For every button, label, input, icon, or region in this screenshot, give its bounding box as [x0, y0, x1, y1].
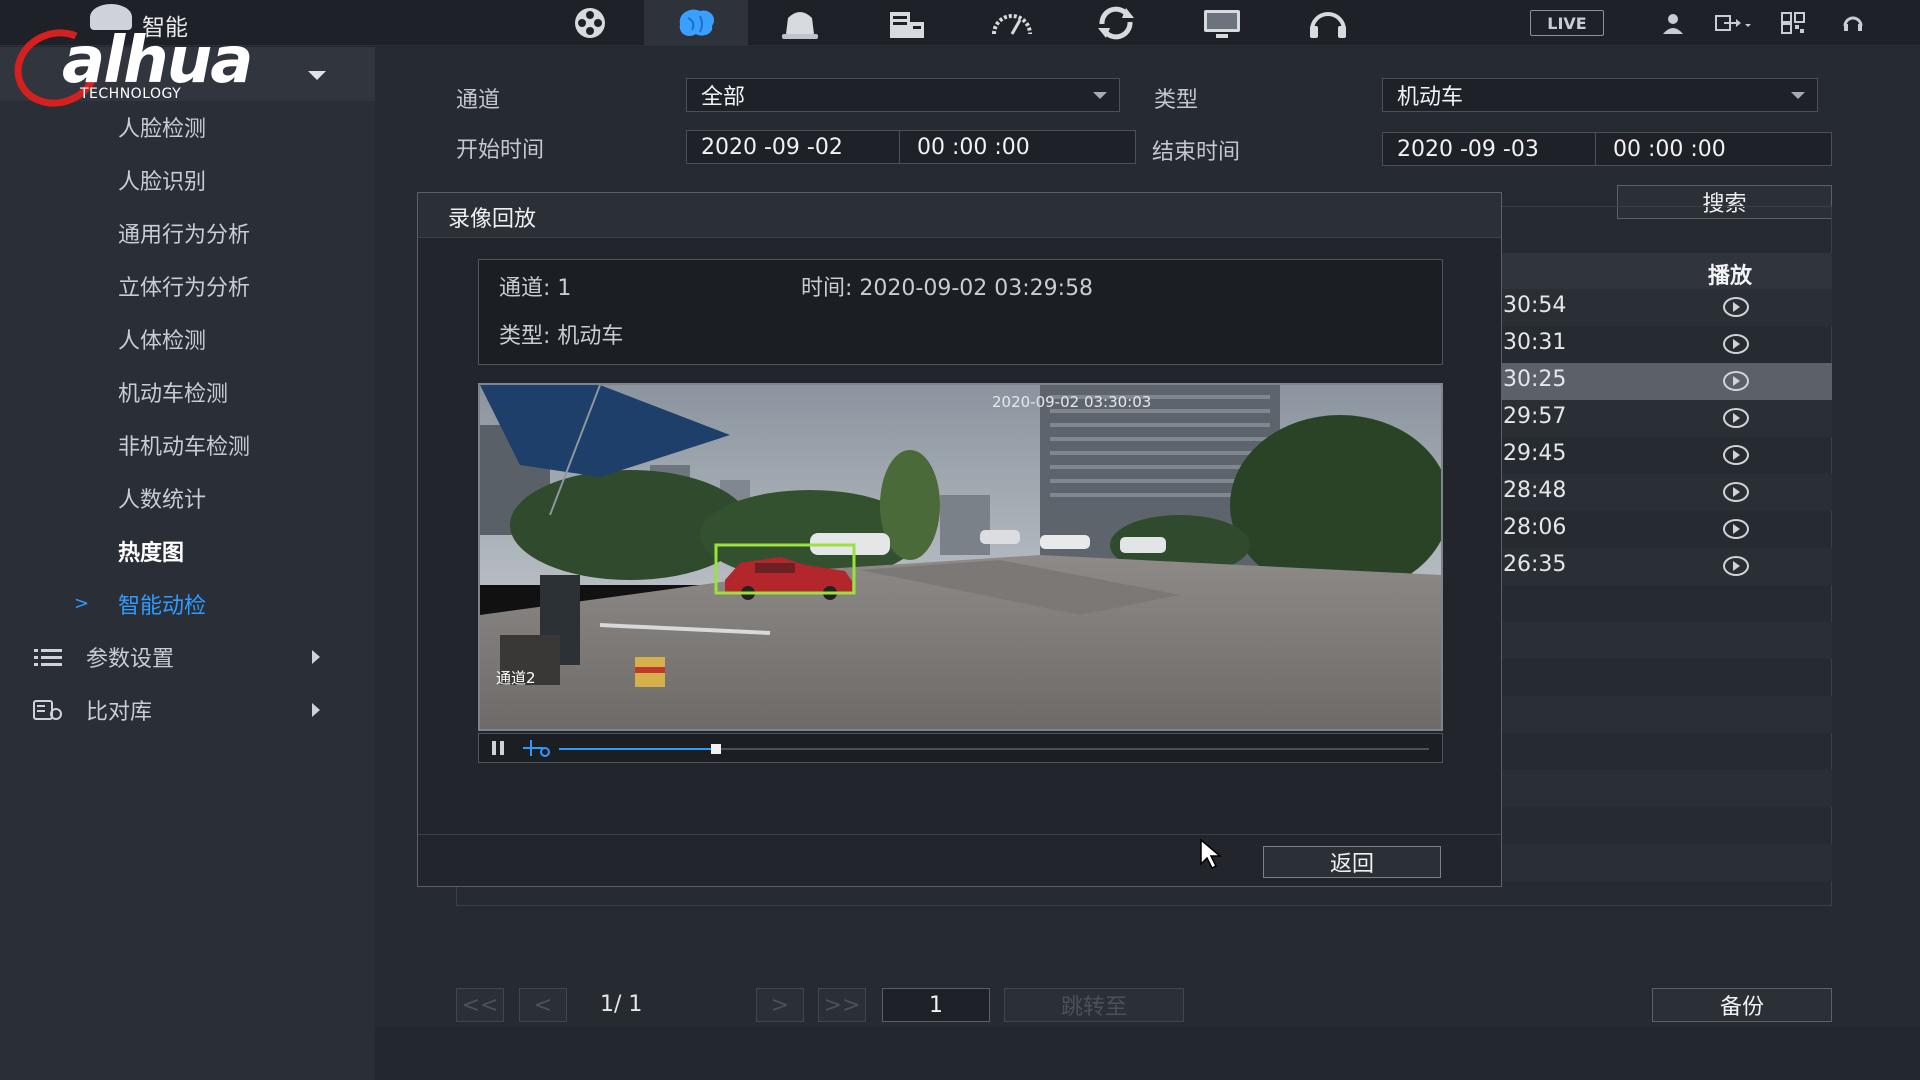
progress-fill	[559, 748, 716, 750]
video-frame	[480, 385, 1441, 729]
table-row[interactable]: 29:45	[1500, 437, 1832, 474]
user-icon[interactable]	[1656, 8, 1690, 38]
table-row[interactable]: 29:57	[1500, 400, 1832, 437]
sidebar-item-smart-motion[interactable]: > 智能动检	[0, 577, 375, 630]
sidebar-group-compare-library[interactable]: 比对库	[0, 683, 375, 736]
start-time-label: 开始时间	[456, 138, 545, 163]
results-table-header	[1500, 253, 1832, 289]
storage-icon[interactable]	[854, 0, 958, 46]
logo-subtitle: TECHNOLOGY	[80, 86, 182, 102]
sidebar-item-people-counting[interactable]: 人数统计	[0, 471, 375, 524]
pause-icon[interactable]	[491, 740, 505, 756]
active-arrow-icon: >	[74, 593, 90, 614]
sidebar-item-non-motor-detection[interactable]: 非机动车检测	[0, 418, 375, 471]
alarm-bell-icon[interactable]	[748, 0, 852, 46]
end-date[interactable]: 2020 -09 -03	[1397, 137, 1539, 162]
prev-page-button[interactable]: <	[519, 988, 567, 1022]
table-row[interactable]: 28:06	[1500, 511, 1832, 548]
playback-controls	[478, 733, 1443, 763]
sidebar-item-body-detection[interactable]: 人体检测	[0, 312, 375, 365]
end-datetime-field[interactable]: 2020 -09 -03 00 :00 :00	[1382, 132, 1832, 166]
sidebar-item-general-behavior[interactable]: 通用行为分析	[0, 206, 375, 259]
table-row[interactable]: 30:54	[1500, 289, 1832, 326]
first-page-button[interactable]: <<	[456, 988, 504, 1022]
top-bar: 智能 LIVE	[0, 0, 1920, 46]
brand-logo: alhua TECHNOLOGY	[3, 4, 264, 119]
type-select[interactable]: 机动车	[1382, 78, 1818, 112]
start-time[interactable]: 00 :00 :00	[917, 135, 1030, 160]
dialog-title-bar: 录像回放	[418, 193, 1501, 238]
play-icon[interactable]	[1723, 371, 1749, 391]
chevron-down-icon	[1093, 92, 1107, 99]
sidebar-item-3d-behavior[interactable]: 立体行为分析	[0, 259, 375, 312]
play-icon[interactable]	[1723, 519, 1749, 539]
sidebar-item-face-detection[interactable]: 人脸检测	[0, 100, 375, 153]
channel-select[interactable]: 全部	[686, 78, 1120, 112]
sidebar-item-vehicle-detection[interactable]: 机动车检测	[0, 365, 375, 418]
mouse-cursor-icon	[1200, 838, 1223, 870]
gauge-icon[interactable]	[960, 0, 1064, 46]
last-page-button[interactable]: >>	[818, 988, 866, 1022]
playback-icon[interactable]	[538, 0, 642, 46]
progress-track[interactable]	[559, 744, 1429, 754]
sidebar: 人脸检测 人脸识别 通用行为分析 立体行为分析 人体检测 机动车检测 非机动车检…	[0, 47, 375, 1080]
table-row[interactable]: 28:48	[1500, 474, 1832, 511]
headset-icon[interactable]	[1276, 0, 1380, 46]
page-number-input[interactable]: 1	[882, 988, 990, 1022]
play-icon[interactable]	[1723, 482, 1749, 502]
database-icon	[33, 699, 62, 720]
chevron-down-icon[interactable]	[308, 71, 326, 80]
progress-thumb[interactable]	[710, 744, 721, 754]
refresh-icon[interactable]	[1064, 0, 1168, 46]
help-icon[interactable]	[1836, 8, 1870, 38]
play-icon[interactable]	[1723, 297, 1749, 317]
monitor-icon[interactable]	[1170, 0, 1274, 46]
table-row[interactable]: 30:31	[1500, 326, 1832, 363]
video-player[interactable]: 2020-09-02 03:30:03 通道2	[478, 383, 1443, 731]
dialog-title: 录像回放	[448, 207, 537, 232]
table-row-selected[interactable]: 30:25	[1500, 363, 1832, 400]
page-info: 1/ 1	[600, 992, 643, 1017]
back-button[interactable]: 返回	[1263, 846, 1441, 878]
next-page-button[interactable]: >	[756, 988, 804, 1022]
brain-icon[interactable]	[644, 0, 748, 46]
qr-icon[interactable]	[1776, 8, 1810, 38]
backup-button[interactable]: 备份	[1652, 988, 1832, 1022]
video-timestamp: 2020-09-02 03:30:03	[992, 393, 1152, 411]
smart-search-icon[interactable]	[521, 738, 551, 758]
play-icon[interactable]	[1723, 334, 1749, 354]
record-channel: 通道: 1	[499, 276, 572, 301]
record-info-panel: 通道: 1 时间: 2020-09-02 03:29:58 类型: 机动车	[478, 259, 1443, 365]
record-time: 时间: 2020-09-02 03:29:58	[801, 276, 1094, 301]
chevron-right-icon	[312, 702, 320, 717]
chevron-right-icon	[312, 649, 320, 664]
video-channel-label: 通道2	[496, 669, 536, 687]
record-type: 类型: 机动车	[499, 324, 624, 349]
end-time-label: 结束时间	[1152, 140, 1241, 165]
goto-page-button[interactable]: 跳转至	[1004, 988, 1184, 1022]
chevron-down-icon	[1791, 92, 1805, 99]
start-datetime-field[interactable]: 2020 -09 -02 00 :00 :00	[686, 130, 1136, 164]
play-icon[interactable]	[1723, 445, 1749, 465]
channel-label: 通道	[456, 88, 501, 113]
table-row[interactable]: 26:35	[1500, 548, 1832, 585]
type-label: 类型	[1154, 88, 1199, 113]
sidebar-group-settings[interactable]: 参数设置	[0, 630, 375, 683]
end-time[interactable]: 00 :00 :00	[1613, 137, 1726, 162]
live-button[interactable]: LIVE	[1530, 10, 1604, 36]
playback-dialog: 录像回放 通道: 1 时间: 2020-09-02 03:29:58 类型: 机…	[417, 192, 1502, 887]
sidebar-item-face-recognition[interactable]: 人脸识别	[0, 153, 375, 206]
list-icon	[34, 648, 62, 666]
sidebar-item-heatmap[interactable]: 热度图	[0, 524, 375, 577]
play-icon[interactable]	[1723, 408, 1749, 428]
start-date[interactable]: 2020 -09 -02	[701, 135, 843, 160]
logout-icon[interactable]	[1712, 8, 1756, 38]
play-icon[interactable]	[1723, 556, 1749, 576]
play-column-header: 播放	[1708, 264, 1753, 289]
